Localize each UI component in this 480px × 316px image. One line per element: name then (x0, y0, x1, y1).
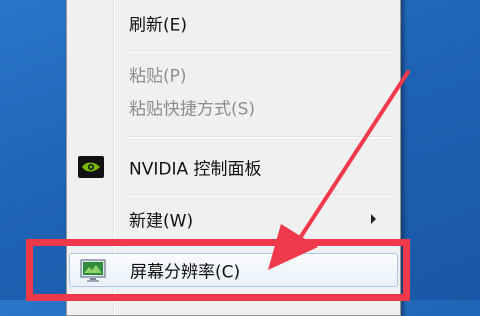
menu-item-refresh[interactable]: 刷新(E) (69, 8, 398, 38)
menu-separator (125, 194, 394, 196)
menu-item-label: 粘贴快捷方式(S) (129, 99, 256, 120)
menu-item-label: NVIDIA 控制面板 (129, 159, 262, 180)
nvidia-icon (78, 156, 104, 178)
menu-item-new[interactable]: 新建(W) (69, 204, 398, 234)
menu-item-nvidia-control-panel[interactable]: NVIDIA 控制面板 (69, 152, 398, 182)
menu-separator (125, 136, 394, 138)
menu-item-paste-shortcut[interactable]: 粘贴快捷方式(S) (69, 92, 398, 122)
menu-item-label: 刷新(E) (129, 15, 188, 36)
menu-item-paste[interactable]: 粘贴(P) (69, 59, 398, 89)
submenu-arrow-icon (371, 214, 376, 224)
annotation-highlight-box (26, 239, 410, 301)
desktop-background[interactable]: 刷新(E) 粘贴(P) 粘贴快捷方式(S) NVIDIA 控制面板 新建(W) (0, 0, 480, 316)
menu-separator (125, 50, 394, 52)
menu-item-label: 新建(W) (129, 211, 194, 232)
menu-item-label: 粘贴(P) (129, 66, 187, 87)
